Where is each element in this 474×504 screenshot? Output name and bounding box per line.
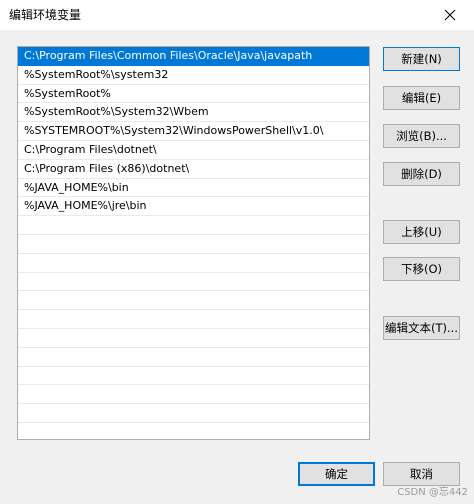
watermark: CSDN @忘442 <box>397 487 468 498</box>
edit-env-variable-dialog: 编辑环境变量 C:\Program Files\Common Files\Ora… <box>0 0 474 504</box>
path-list-item[interactable] <box>18 404 369 423</box>
path-list-item[interactable] <box>18 216 369 235</box>
edit-button[interactable]: 编辑(E) <box>383 86 460 110</box>
path-list-item[interactable] <box>18 235 369 254</box>
path-list-item[interactable]: %SYSTEMROOT%\System32\WindowsPowerShell\… <box>18 122 369 141</box>
path-list-item[interactable] <box>18 385 369 405</box>
new-button[interactable]: 新建(N) <box>383 47 460 71</box>
close-icon <box>444 9 456 21</box>
path-list-item[interactable]: %JAVA_HOME%\bin <box>18 179 369 198</box>
path-list-item[interactable] <box>18 348 369 367</box>
browse-button[interactable]: 浏览(B)... <box>383 124 460 148</box>
move-down-button[interactable]: 下移(O) <box>383 257 460 281</box>
path-list-item[interactable]: %SystemRoot% <box>18 85 369 104</box>
path-list-item[interactable] <box>18 291 369 311</box>
path-list-item[interactable]: C:\Program Files (x86)\dotnet\ <box>18 160 369 179</box>
path-list-item[interactable]: C:\Program Files\dotnet\ <box>18 141 369 160</box>
edit-text-button[interactable]: 编辑文本(T)... <box>383 316 460 340</box>
path-list-item[interactable] <box>18 367 369 386</box>
path-list-item[interactable]: %SystemRoot%\system32 <box>18 66 369 85</box>
move-up-button[interactable]: 上移(U) <box>383 220 460 244</box>
path-list-item[interactable] <box>18 329 369 348</box>
title-bar: 编辑环境变量 <box>0 0 474 30</box>
path-list-item[interactable]: C:\Program Files\Common Files\Oracle\Jav… <box>18 47 369 66</box>
delete-button[interactable]: 删除(D) <box>383 162 460 186</box>
path-list-item[interactable] <box>18 273 369 292</box>
close-button[interactable] <box>430 0 470 30</box>
path-list-item[interactable] <box>18 423 369 439</box>
ok-button[interactable]: 确定 <box>298 462 375 486</box>
path-list-item[interactable]: %SystemRoot%\System32\Wbem <box>18 103 369 123</box>
path-list[interactable]: C:\Program Files\Common Files\Oracle\Jav… <box>17 46 370 440</box>
path-list-item[interactable] <box>18 254 369 273</box>
path-list-item[interactable] <box>18 310 369 329</box>
path-list-item[interactable]: %JAVA_HOME%\jre\bin <box>18 197 369 217</box>
window-title: 编辑环境变量 <box>9 8 82 22</box>
